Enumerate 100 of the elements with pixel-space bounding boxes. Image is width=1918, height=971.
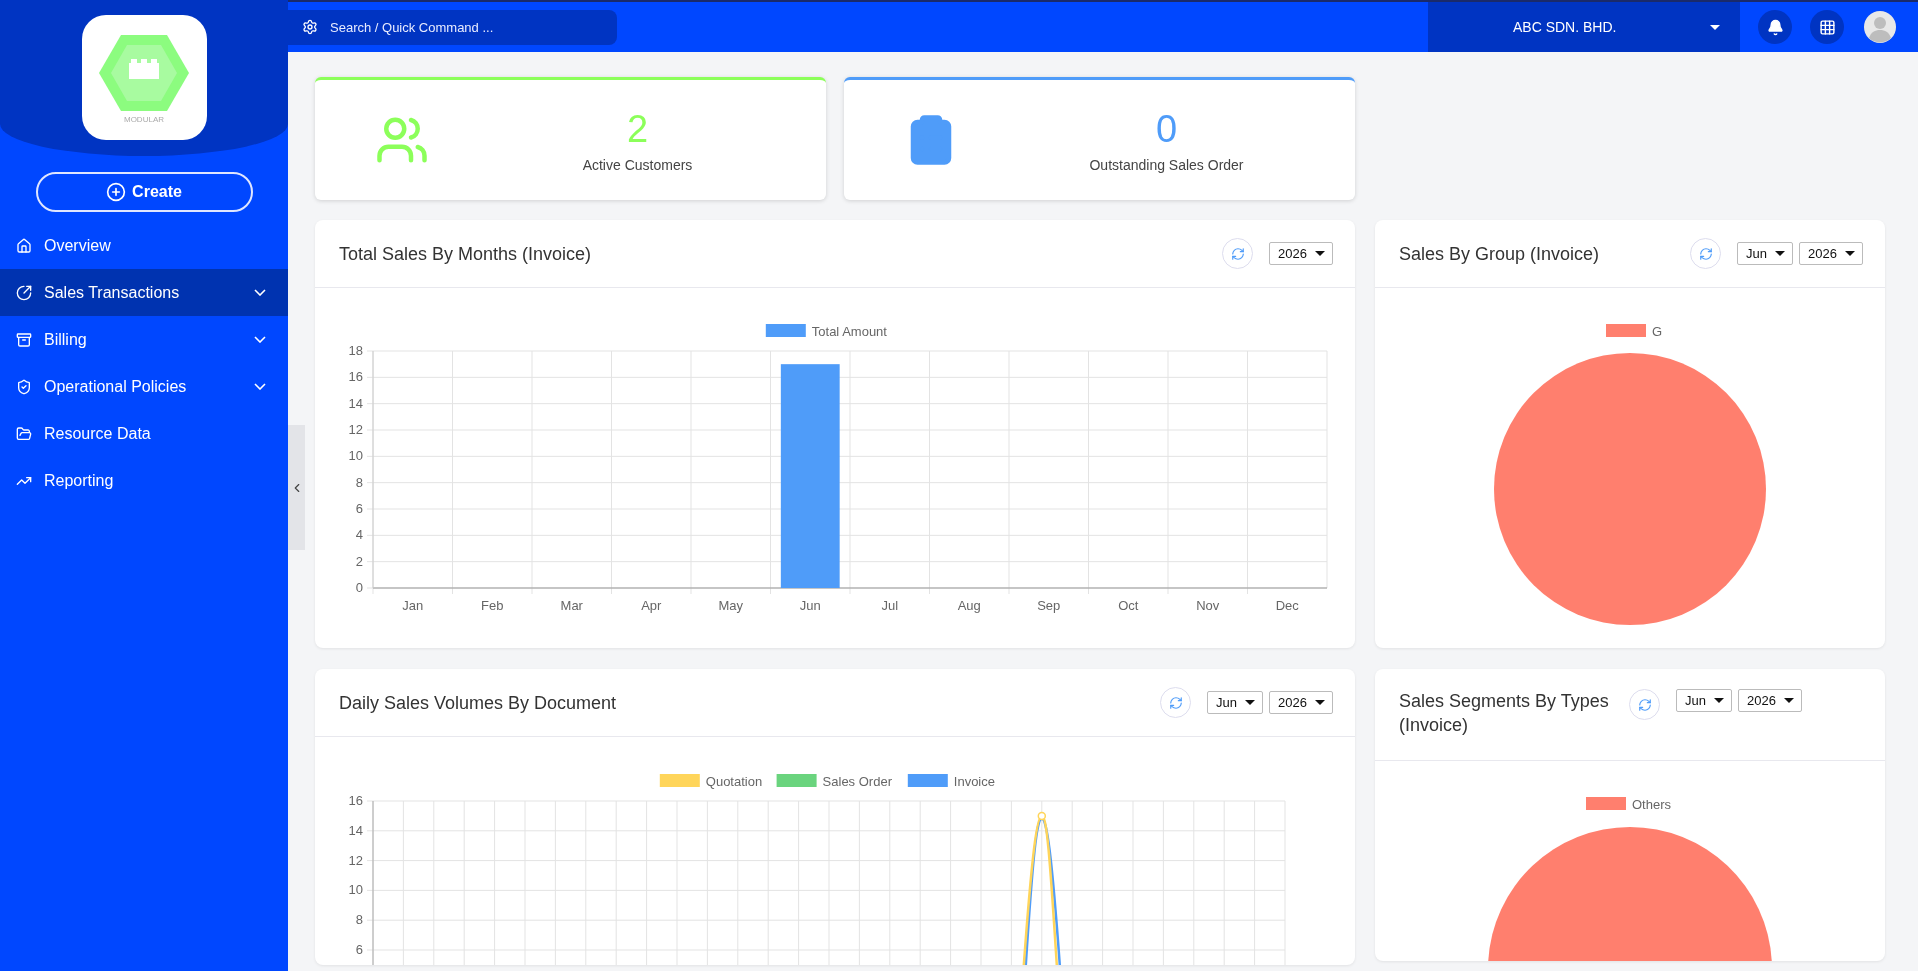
dropdown-select[interactable]: Jun xyxy=(1676,689,1732,712)
legend-label: G xyxy=(1652,324,1663,339)
avatar[interactable] xyxy=(1864,11,1896,43)
axis-label: 18 xyxy=(348,343,363,358)
stat-label: Outstanding Sales Order xyxy=(1089,156,1244,173)
axis-label: Apr xyxy=(641,598,662,613)
sidebar-item[interactable]: Operational Policies xyxy=(0,363,288,410)
legend-item: G xyxy=(1606,324,1663,339)
menu-icon xyxy=(16,378,32,395)
menu-label: Overview xyxy=(44,236,112,255)
stat-value: 2 xyxy=(626,107,649,151)
plus-icon xyxy=(106,182,127,202)
axis-label: Oct xyxy=(1118,598,1139,613)
refresh-button[interactable] xyxy=(1160,687,1192,718)
menu-label: Operational Policies xyxy=(44,377,188,396)
dropdown-select[interactable]: 2026 xyxy=(1269,691,1333,714)
gear-icon xyxy=(302,19,318,35)
hexagon-logo-icon xyxy=(99,33,189,113)
legend-label: Others xyxy=(1632,797,1672,812)
legend-label: Total Amount xyxy=(811,324,888,339)
sidebar-item[interactable]: Overview xyxy=(0,222,288,269)
axis-label: Sep xyxy=(1037,598,1061,613)
legend-item: Total Amount xyxy=(765,324,887,339)
chevron-icon xyxy=(254,289,266,296)
card-title: Total Sales By Months (Invoice) xyxy=(339,242,593,266)
menu-icon xyxy=(16,284,32,301)
collapse-handle[interactable] xyxy=(288,425,305,550)
menu-label: Resource Data xyxy=(44,424,152,443)
notifications-button[interactable] xyxy=(1758,10,1792,44)
axis-label: 0 xyxy=(355,580,363,595)
card-title: Sales By Group (Invoice) xyxy=(1399,242,1601,266)
axis-label: Mar xyxy=(560,598,583,613)
dropdown-select[interactable]: Jun xyxy=(1207,691,1264,714)
axis-label: 12 xyxy=(348,422,363,437)
dropdown-select[interactable]: 2026 xyxy=(1269,242,1333,265)
refresh-icon xyxy=(1230,246,1245,261)
company-selector[interactable]: ABC SDN. BHD. xyxy=(1428,2,1740,52)
create-button[interactable]: Create xyxy=(35,172,253,212)
axis-label: Jan xyxy=(402,598,424,613)
sidebar-item[interactable]: Resource Data xyxy=(0,410,288,457)
refresh-icon xyxy=(1698,246,1713,261)
dropdown-select[interactable]: Jun xyxy=(1737,242,1794,265)
axis-label: 12 xyxy=(348,852,363,868)
legend-item: Others xyxy=(1586,797,1671,812)
menu-label: Sales Transactions xyxy=(44,283,181,302)
legend-label: Invoice xyxy=(953,774,995,789)
refresh-button[interactable] xyxy=(1629,689,1660,720)
axis-label: Aug xyxy=(957,598,981,613)
menu-icon xyxy=(16,425,32,442)
axis-label: 4 xyxy=(355,527,363,543)
logo-caption: MODULAR xyxy=(124,115,164,124)
stat-label: Active Customers xyxy=(582,156,693,173)
axis-label: 8 xyxy=(355,912,363,928)
chevron-icon xyxy=(254,336,266,343)
sidebar-item[interactable]: Billing xyxy=(0,316,288,363)
refresh-icon xyxy=(1168,695,1183,710)
legend-label: Sales Order xyxy=(822,774,892,789)
caret-icon xyxy=(1783,698,1794,703)
caret-icon xyxy=(1845,251,1855,256)
axis-label: Jun xyxy=(799,598,821,613)
axis-label: May xyxy=(718,598,744,613)
apps-button[interactable] xyxy=(1810,10,1844,44)
axis-label: 6 xyxy=(355,501,363,516)
legend-label: Quotation xyxy=(705,774,763,789)
refresh-button[interactable] xyxy=(1690,238,1722,269)
menu-icon xyxy=(16,331,32,348)
axis-label: 16 xyxy=(348,793,363,808)
axis-label: 8 xyxy=(355,474,363,490)
axis-label: 10 xyxy=(348,448,363,464)
axis-label: 10 xyxy=(348,882,363,898)
dropdown-select[interactable]: 2026 xyxy=(1737,689,1802,712)
bell-icon xyxy=(1766,18,1784,36)
card-title: Daily Sales Volumes By Document xyxy=(339,691,618,715)
caret-icon xyxy=(1315,251,1325,256)
menu-icon xyxy=(16,237,32,254)
caret-icon xyxy=(1315,700,1325,705)
axis-label: Nov xyxy=(1196,598,1220,613)
axis-label: 14 xyxy=(348,395,363,411)
sidebar-item[interactable]: Sales Transactions xyxy=(0,269,288,316)
axis-label: Feb xyxy=(481,598,504,613)
axis-label: 16 xyxy=(348,369,363,385)
refresh-icon xyxy=(1637,697,1652,712)
stat-value: 0 xyxy=(1155,107,1178,151)
caret-icon xyxy=(1775,251,1786,256)
grid-icon xyxy=(1818,18,1836,36)
caret-icon xyxy=(1245,700,1256,705)
axis-label: 14 xyxy=(348,822,363,838)
axis-label: Jul xyxy=(881,598,899,613)
axis-label: 6 xyxy=(355,942,363,957)
sidebar-item[interactable]: Reporting xyxy=(0,457,288,504)
dropdown-select[interactable]: 2026 xyxy=(1799,242,1863,265)
caret-icon xyxy=(1710,24,1720,30)
menu-label: Billing xyxy=(44,330,88,349)
card-title: Sales Segments By Types (Invoice) xyxy=(1399,690,1610,737)
caret-icon xyxy=(1713,698,1724,703)
refresh-button[interactable] xyxy=(1222,238,1254,269)
axis-label: Dec xyxy=(1275,598,1299,613)
menu-label: Reporting xyxy=(44,471,115,490)
chevron-icon xyxy=(254,383,266,390)
axis-label: 2 xyxy=(355,553,363,569)
